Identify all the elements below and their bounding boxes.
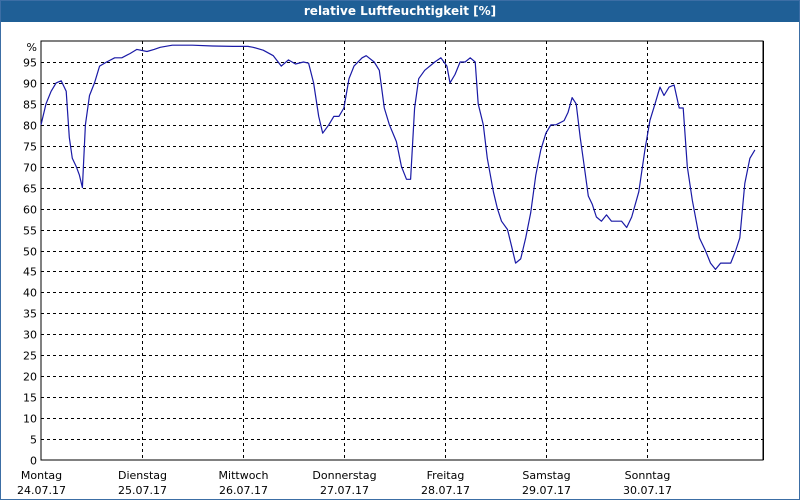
chart-window: relative Luftfeuchtigkeit [%] 0 5 10 15 20 25… xyxy=(0,0,800,500)
y-tick-label: 10 xyxy=(23,413,37,426)
y-tick-label: 25 xyxy=(23,350,37,363)
humidity-line-chart: 0 5 10 15 20 25 30 35 40 45 50 55 60 65 70 75 80 85 90 95% M… xyxy=(17,40,764,497)
y-tick-label: 50 xyxy=(23,246,37,259)
x-tick-date-label: 27.07.17 xyxy=(320,484,369,497)
x-tick-day-label: Samstag xyxy=(522,469,570,482)
y-tick-label: 70 xyxy=(23,162,37,175)
x-tick-date-label: 28.07.17 xyxy=(421,484,470,497)
y-tick-label: 40 xyxy=(23,287,37,300)
y-tick-label: 5 xyxy=(30,434,37,447)
x-tick-day-label: Montag xyxy=(21,469,62,482)
y-tick-label: 60 xyxy=(23,204,37,217)
y-tick-label: 55 xyxy=(23,225,37,238)
y-tick-label: 30 xyxy=(23,329,37,342)
y-tick-label: 75 xyxy=(23,141,37,154)
y-tick-label: 0 xyxy=(30,455,37,468)
y-tick-label: 90 xyxy=(23,78,37,91)
x-tick-day-label: Freitag xyxy=(427,469,465,482)
y-axis-label: % xyxy=(27,41,37,54)
x-tick-date-label: 25.07.17 xyxy=(118,484,167,497)
y-tick-label: 20 xyxy=(23,371,37,384)
x-tick-date-label: 26.07.17 xyxy=(219,484,268,497)
y-tick-label: 95 xyxy=(23,57,37,70)
y-tick-label: 65 xyxy=(23,183,37,196)
x-tick-date-label: 29.07.17 xyxy=(522,484,571,497)
x-tick-day-label: Sonntag xyxy=(625,469,671,482)
x-tick-day-label: Donnerstag xyxy=(312,469,376,482)
x-tick-date-label: 30.07.17 xyxy=(623,484,672,497)
x-tick-date-label: 24.07.17 xyxy=(17,484,66,497)
x-tick-day-label: Mittwoch xyxy=(219,469,269,482)
y-tick-label: 15 xyxy=(23,392,37,405)
y-tick-label: 85 xyxy=(23,99,37,112)
y-tick-label: 35 xyxy=(23,308,37,321)
y-tick-label: 45 xyxy=(23,266,37,279)
y-tick-label: 80 xyxy=(23,120,37,133)
x-tick-day-label: Dienstag xyxy=(118,469,167,482)
